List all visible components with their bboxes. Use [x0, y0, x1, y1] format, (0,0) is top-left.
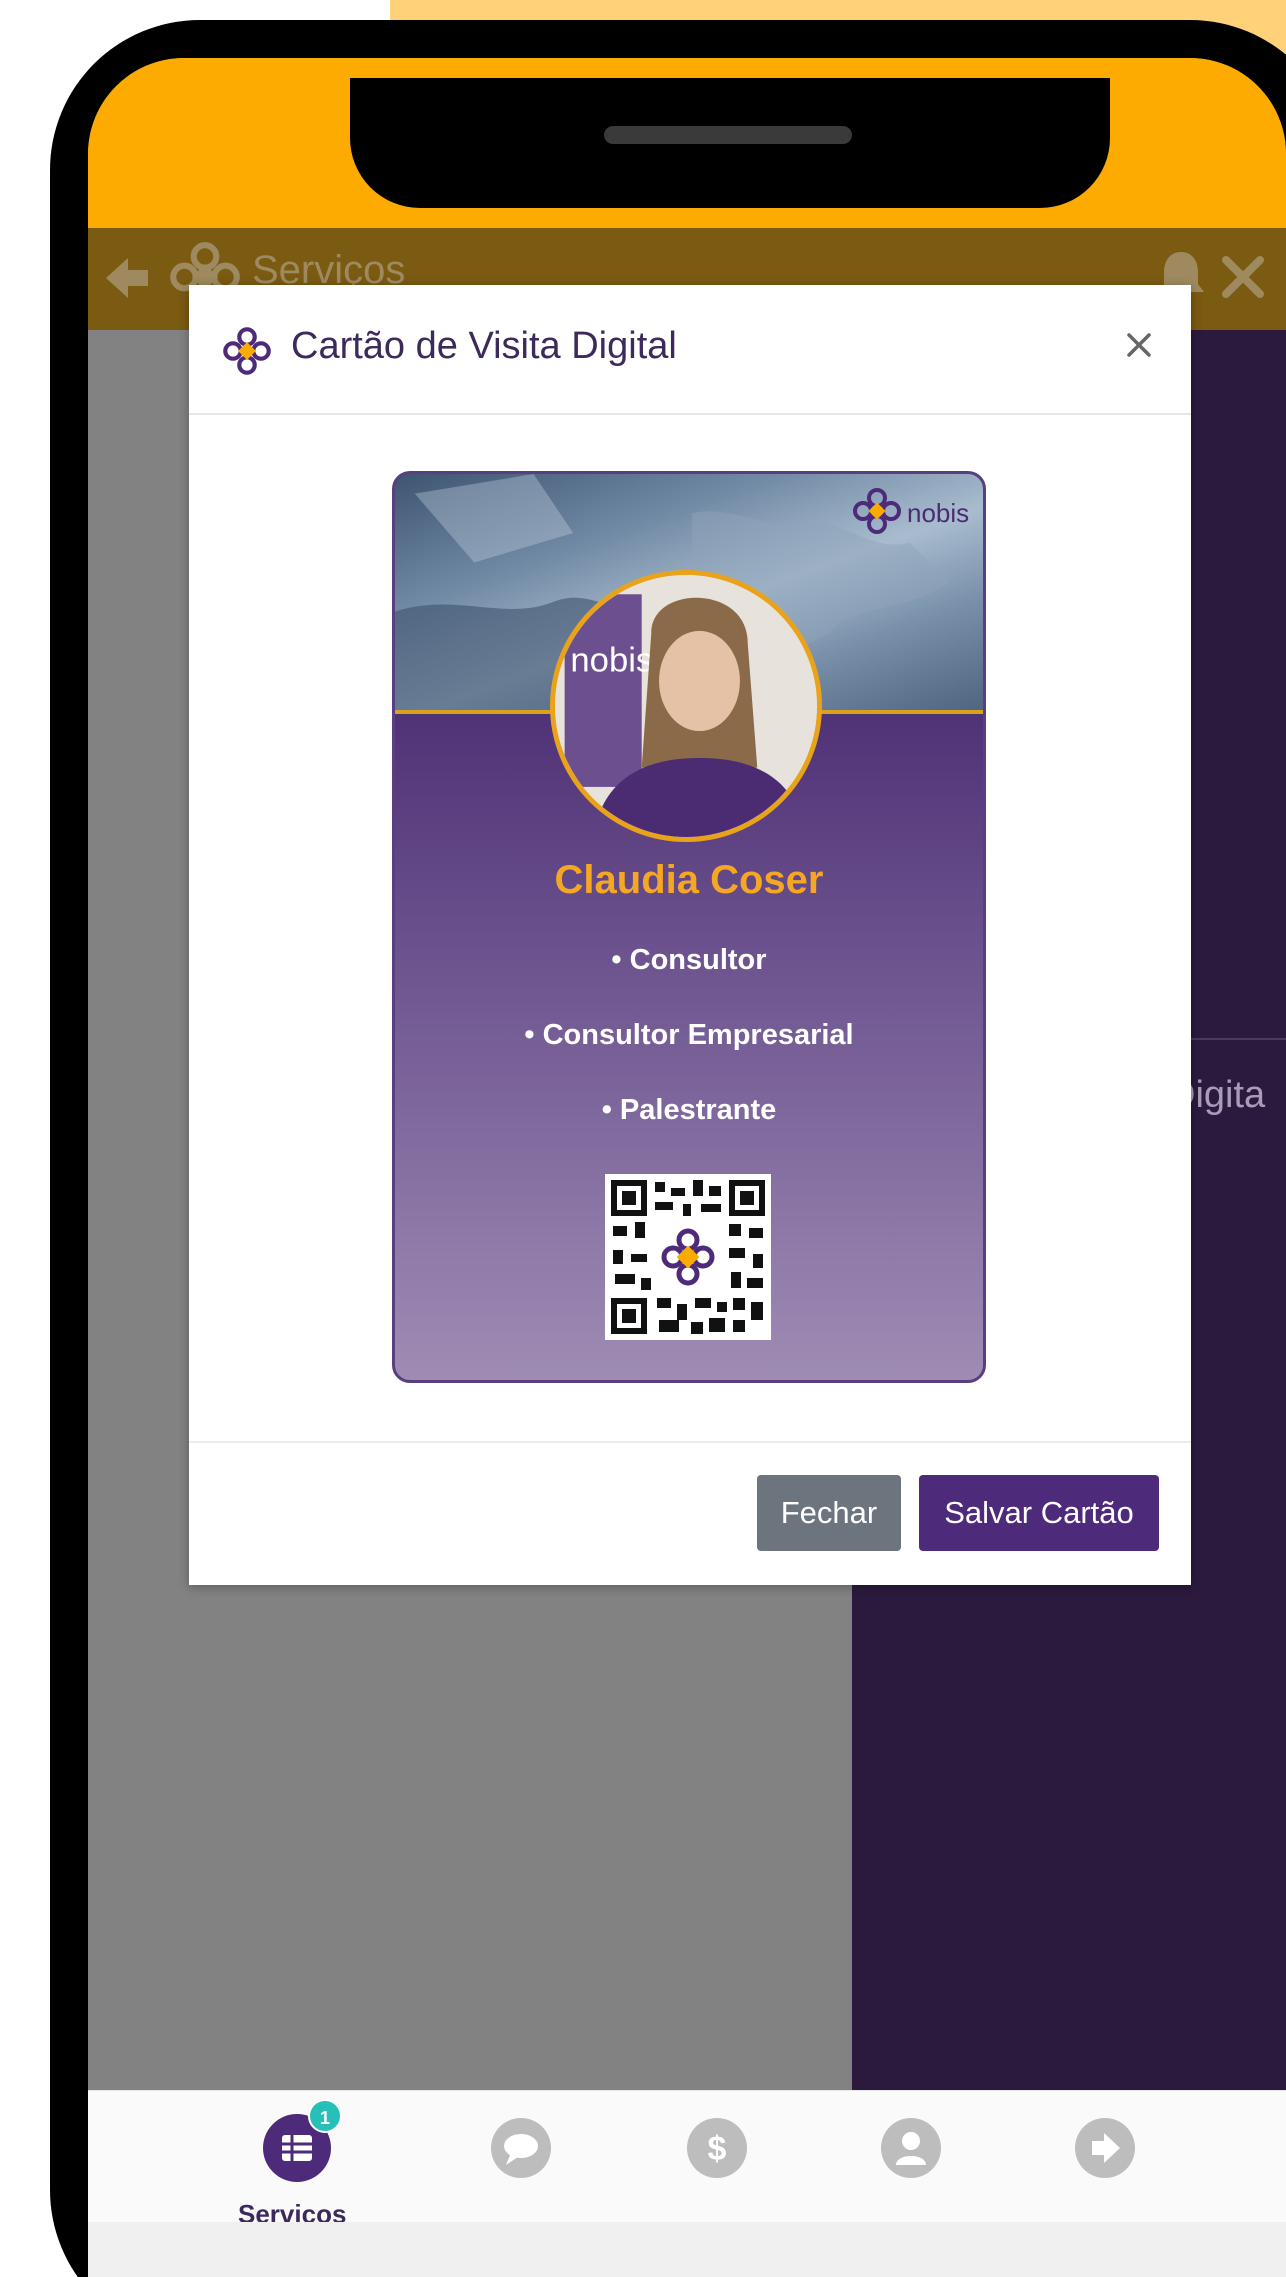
profile-photo-graphic: nobis — [555, 575, 817, 837]
card-role-item: • Consultor Empresarial — [524, 1019, 854, 1051]
close-icon[interactable] — [1218, 252, 1268, 302]
card-role-item: • Consultor — [611, 944, 767, 976]
home-indicator-strip — [88, 2222, 1286, 2277]
photo-brand-text: nobis — [570, 641, 653, 679]
modal-footer: Fechar Salvar Cartão — [189, 1441, 1191, 1585]
svg-text:$: $ — [708, 2130, 727, 2168]
close-button[interactable]: Fechar — [757, 1475, 901, 1551]
modal-title: Cartão de Visita Digital — [291, 325, 677, 367]
nav-services-badge: 1 — [308, 2099, 342, 2133]
digital-business-card: nobis nobis Claudia Coser • Consultor • … — [392, 471, 986, 1383]
card-role-item: • Palestrante — [601, 1094, 777, 1126]
modal-header: Cartão de Visita Digital — [189, 285, 1191, 415]
save-card-button[interactable]: Salvar Cartão — [919, 1475, 1159, 1551]
user-icon[interactable] — [876, 2113, 946, 2183]
stage: Serviços Digita 1 Serviços $ Cartão de V… — [0, 0, 1286, 2277]
dollar-icon[interactable]: $ — [682, 2113, 752, 2183]
qr-code[interactable] — [605, 1174, 771, 1340]
nobis-logo-icon — [223, 327, 271, 375]
back-arrow-icon[interactable] — [98, 250, 154, 306]
card-brand-text: nobis — [907, 498, 970, 528]
business-card-modal: Cartão de Visita Digital nobis nobis Cla… — [189, 285, 1191, 1585]
profile-photo: nobis — [550, 570, 822, 842]
card-person-name: Claudia Coser — [554, 858, 824, 902]
modal-close-icon[interactable] — [1119, 325, 1159, 365]
chat-icon[interactable] — [486, 2113, 556, 2183]
bottom-nav: 1 Serviços $ — [88, 2090, 1286, 2229]
logout-icon[interactable] — [1070, 2113, 1140, 2183]
phone-speaker — [604, 126, 852, 144]
